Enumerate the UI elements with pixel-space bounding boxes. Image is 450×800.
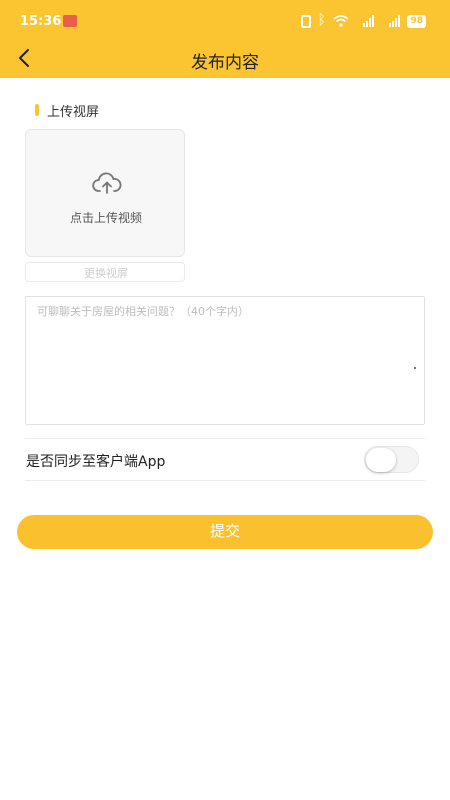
toggle-knob <box>366 448 396 472</box>
sync-toggle[interactable] <box>364 446 419 473</box>
battery-icon: 98 <box>407 14 426 28</box>
status-time: 15:36 <box>20 14 62 29</box>
upload-video-label: 点击上传视频 <box>69 211 142 225</box>
vibrate-icon <box>301 14 312 28</box>
resize-dot <box>414 367 416 369</box>
submit-button[interactable]: 提交 <box>17 515 433 549</box>
replace-video-label: 更换视屏 <box>84 267 128 280</box>
status-icons: 98 <box>301 12 426 29</box>
status-bar: 15:36 98 <box>0 0 450 40</box>
upload-section-title: 上传视屏 <box>47 105 100 120</box>
section-marker <box>35 104 39 116</box>
top-header: 15:36 98 发布内容 <box>0 0 450 78</box>
question-textarea[interactable]: 可聊聊关于房屋的相关问题？（40个字内） <box>25 296 425 425</box>
replace-video-button[interactable]: 更换视屏 <box>25 262 185 282</box>
signal-icon-2 <box>381 15 401 27</box>
divider-bottom <box>25 480 425 481</box>
wifi-icon <box>333 15 349 27</box>
bluetooth-icon <box>317 12 327 28</box>
question-placeholder: 可聊聊关于房屋的相关问题？（40个字内） <box>37 305 249 318</box>
page-title: 发布内容 <box>191 53 259 73</box>
submit-label: 提交 <box>209 523 240 540</box>
cloud-upload-icon <box>92 172 122 194</box>
upload-video-button[interactable]: 点击上传视频 <box>25 129 185 257</box>
notification-app-icon <box>63 15 77 27</box>
signal-icon <box>355 15 375 27</box>
sync-label: 是否同步至客户端App <box>26 454 166 470</box>
divider-top <box>25 438 425 439</box>
